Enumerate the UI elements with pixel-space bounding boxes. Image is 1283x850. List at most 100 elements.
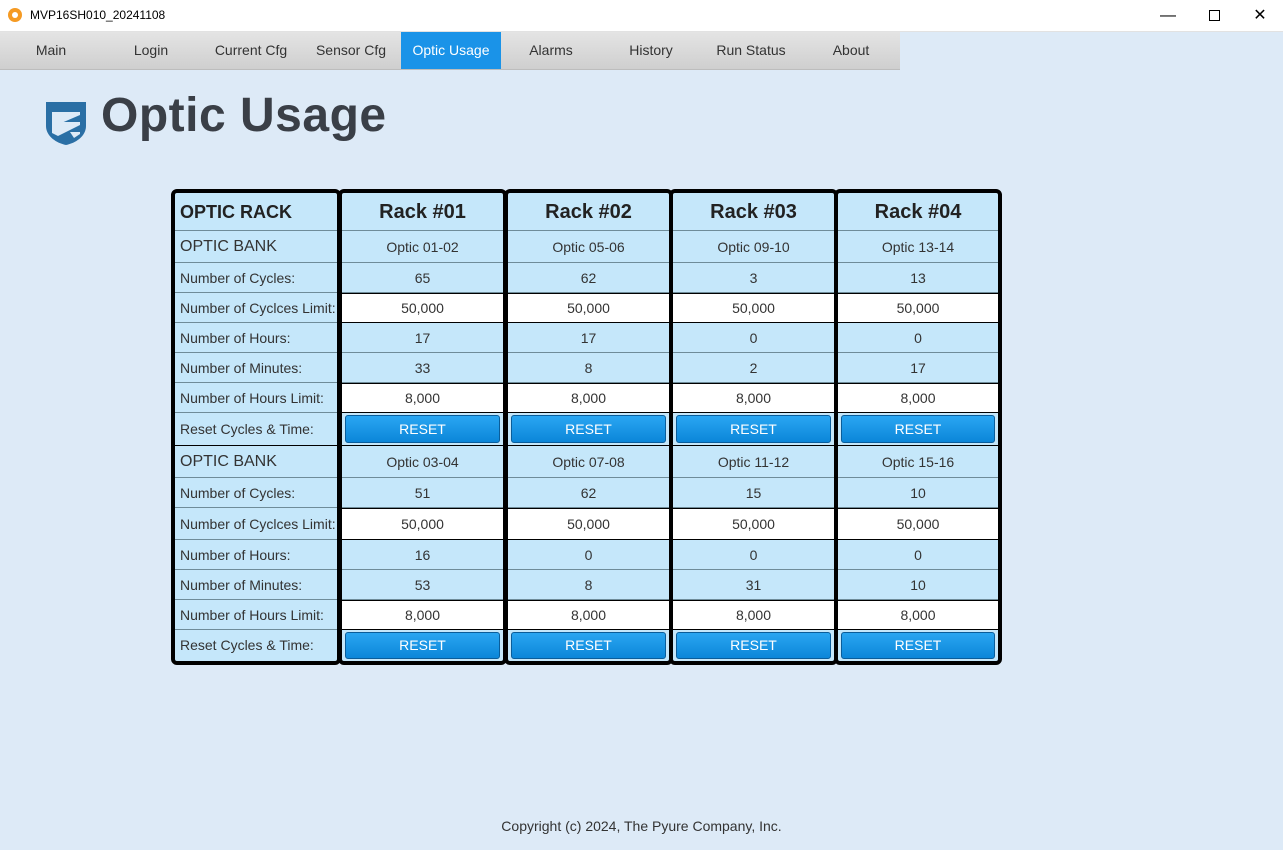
hours-value: 0 — [673, 323, 834, 353]
reset-cell: RESET — [673, 413, 834, 446]
optic-bank-value: Optic 01-02 — [342, 231, 503, 263]
cycles-label: Number of Cycles: — [175, 478, 337, 508]
cycles-limit-label: Number of Cyclces Limit: — [175, 508, 337, 540]
rack-name: Rack #04 — [838, 193, 998, 231]
rack-name: Rack #01 — [342, 193, 503, 231]
tab-sensor-cfg[interactable]: Sensor Cfg — [301, 32, 401, 69]
minutes-value: 2 — [673, 353, 834, 383]
reset-cell: RESET — [342, 413, 503, 446]
hours-limit-input[interactable]: 8,000 — [673, 383, 834, 413]
hours-limit-label: Number of Hours Limit: — [175, 600, 337, 630]
tab-main[interactable]: Main — [1, 32, 101, 69]
hours-limit-input[interactable]: 8,000 — [838, 600, 998, 630]
hours-value: 0 — [838, 540, 998, 570]
hours-value: 0 — [673, 540, 834, 570]
hours-limit-input[interactable]: 8,000 — [508, 383, 669, 413]
optic-bank-label: OPTIC BANK — [175, 231, 337, 263]
cycles-limit-input[interactable]: 50,000 — [508, 508, 669, 540]
rack-03-column: Rack #03 Optic 09-10 3 50,000 0 2 8,000 … — [669, 189, 838, 665]
minutes-value: 53 — [342, 570, 503, 600]
rack-01-column: Rack #01 Optic 01-02 65 50,000 17 33 8,0… — [338, 189, 507, 665]
hours-value: 17 — [342, 323, 503, 353]
reset-label: Reset Cycles & Time: — [180, 637, 314, 653]
cycles-limit-input[interactable]: 50,000 — [673, 508, 834, 540]
cycles-label: Number of Cycles: — [175, 263, 337, 293]
cycles-limit-input[interactable]: 50,000 — [342, 293, 503, 323]
minutes-value: 8 — [508, 570, 669, 600]
minimize-icon[interactable]: — — [1145, 0, 1191, 31]
tab-alarms[interactable]: Alarms — [501, 32, 601, 69]
reset-button[interactable]: RESET — [345, 415, 500, 443]
tab-run-status[interactable]: Run Status — [701, 32, 801, 69]
cycles-value: 51 — [342, 478, 503, 508]
cycles-limit-input[interactable]: 50,000 — [508, 293, 669, 323]
cycles-limit-input[interactable]: 50,000 — [673, 293, 834, 323]
optic-bank-value: Optic 03-04 — [342, 446, 503, 478]
shield-logo-icon — [46, 102, 86, 145]
optic-bank-value: Optic 11-12 — [673, 446, 834, 478]
optic-rack-label: OPTIC RACK — [175, 193, 337, 231]
reset-button[interactable]: RESET — [676, 632, 831, 659]
cycles-value: 10 — [838, 478, 998, 508]
cycles-value: 62 — [508, 263, 669, 293]
hours-limit-input[interactable]: 8,000 — [342, 600, 503, 630]
hours-label: Number of Hours: — [175, 540, 337, 570]
copyright-text: Copyright (c) 2024, The Pyure Company, I… — [501, 818, 782, 834]
app-icon — [8, 8, 22, 22]
optic-bank-label: OPTIC BANK — [175, 446, 337, 478]
hours-limit-label: Number of Hours Limit: — [175, 383, 337, 413]
reset-button[interactable]: RESET — [345, 632, 500, 659]
minutes-label: Number of Minutes: — [175, 353, 337, 383]
reset-button[interactable]: RESET — [841, 632, 995, 659]
rack-02-column: Rack #02 Optic 05-06 62 50,000 17 8 8,00… — [504, 189, 673, 665]
reset-button[interactable]: RESET — [841, 415, 995, 443]
reset-button[interactable]: RESET — [511, 415, 666, 443]
hours-limit-input[interactable]: 8,000 — [673, 600, 834, 630]
tab-bar: Main Login Current Cfg Sensor Cfg Optic … — [0, 32, 900, 70]
minutes-value: 17 — [838, 353, 998, 383]
optic-bank-value: Optic 09-10 — [673, 231, 834, 263]
reset-cell: RESET — [508, 413, 669, 446]
cycles-limit-input[interactable]: 50,000 — [838, 508, 998, 540]
cycles-limit-input[interactable]: 50,000 — [342, 508, 503, 540]
tab-about[interactable]: About — [801, 32, 901, 69]
hours-limit-input[interactable]: 8,000 — [342, 383, 503, 413]
page-title: Optic Usage — [101, 89, 387, 142]
minutes-value: 31 — [673, 570, 834, 600]
reset-cell: RESET — [673, 630, 834, 661]
reset-cell: RESET — [342, 630, 503, 661]
hours-limit-input[interactable]: 8,000 — [508, 600, 669, 630]
tab-optic-usage[interactable]: Optic Usage — [401, 32, 501, 69]
cycles-value: 13 — [838, 263, 998, 293]
optic-bank-value: Optic 05-06 — [508, 231, 669, 263]
minutes-value: 33 — [342, 353, 503, 383]
tab-current-cfg[interactable]: Current Cfg — [201, 32, 301, 69]
cycles-value: 62 — [508, 478, 669, 508]
minutes-value: 10 — [838, 570, 998, 600]
reset-button[interactable]: RESET — [676, 415, 831, 443]
optic-bank-value: Optic 15-16 — [838, 446, 998, 478]
tab-login[interactable]: Login — [101, 32, 201, 69]
cycles-limit-input[interactable]: 50,000 — [838, 293, 998, 323]
minutes-label: Number of Minutes: — [175, 570, 337, 600]
rack-04-column: Rack #04 Optic 13-14 13 50,000 0 17 8,00… — [834, 189, 1002, 665]
maximize-icon[interactable] — [1191, 0, 1237, 31]
tab-history[interactable]: History — [601, 32, 701, 69]
hours-value: 17 — [508, 323, 669, 353]
reset-button[interactable]: RESET — [511, 632, 666, 659]
rack-name: Rack #03 — [673, 193, 834, 231]
cycles-value: 3 — [673, 263, 834, 293]
cycles-value: 65 — [342, 263, 503, 293]
hours-label: Number of Hours: — [175, 323, 337, 353]
window-title: MVP16SH010_20241108 — [30, 8, 166, 22]
hours-value: 0 — [838, 323, 998, 353]
reset-cell: RESET — [838, 413, 998, 446]
hours-value: 0 — [508, 540, 669, 570]
close-icon[interactable]: ✕ — [1237, 0, 1283, 31]
reset-cell: RESET — [508, 630, 669, 661]
rack-name: Rack #02 — [508, 193, 669, 231]
optic-bank-value: Optic 13-14 — [838, 231, 998, 263]
title-bar: MVP16SH010_20241108 — ✕ — [0, 0, 1283, 32]
reset-cell: RESET — [838, 630, 998, 661]
hours-limit-input[interactable]: 8,000 — [838, 383, 998, 413]
